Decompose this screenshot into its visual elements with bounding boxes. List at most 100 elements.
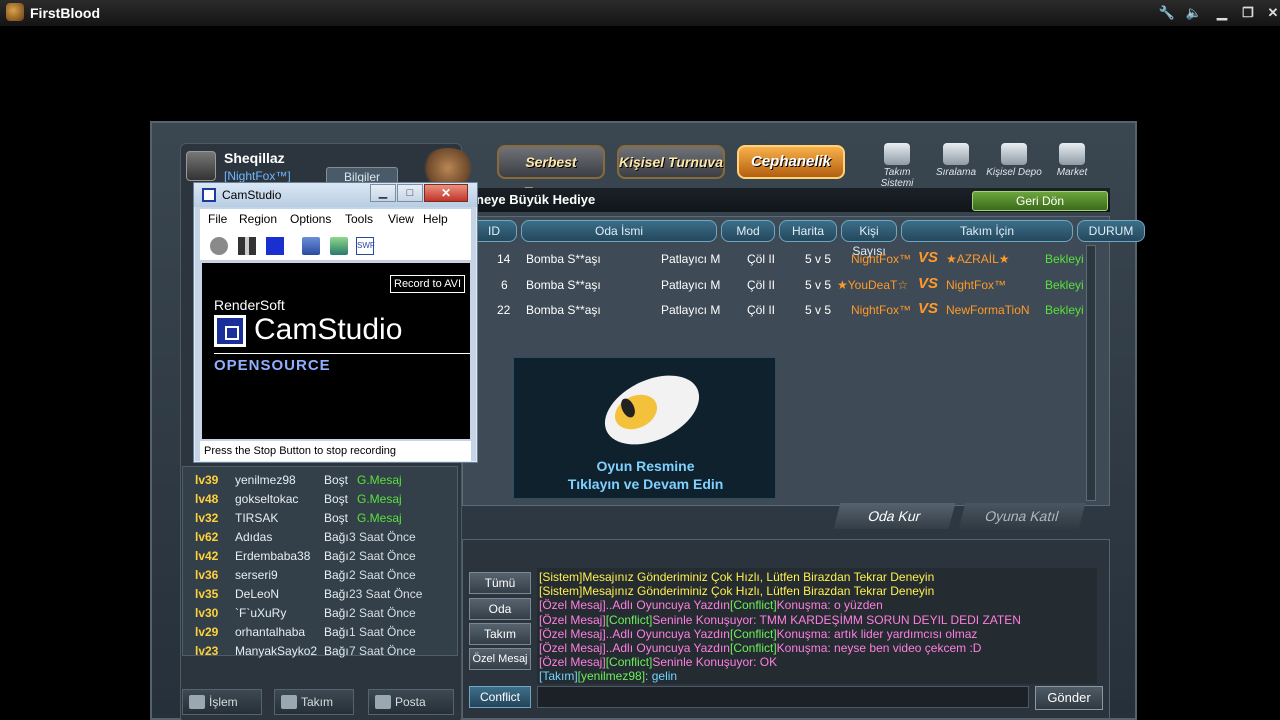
chat-line: [Sistem]Mesajınız Gönderiminiz Çok Hızlı…: [539, 584, 1095, 598]
menu-file[interactable]: File: [208, 212, 227, 226]
room-list-scrollbar[interactable]: [1086, 245, 1096, 501]
storage-button[interactable]: Kişisel Depo: [986, 143, 1042, 178]
room-team2: NewFormaTioN: [946, 303, 1030, 317]
friend-row[interactable]: lv23 ManyakSayko2 Bağı 7 Saat Önce: [193, 642, 449, 661]
chat-segment: Konuşma: artık lider yardımcısı olmaz: [776, 626, 978, 641]
friend-row[interactable]: lv48 gokseltokac Boşt G.Mesaj: [193, 490, 449, 509]
wrench-icon[interactable]: 🔧: [1158, 4, 1176, 22]
ranking-button[interactable]: Sıralama: [928, 143, 984, 178]
speaker-icon[interactable]: 🔈: [1185, 4, 1203, 22]
friend-name: gokseltokac: [235, 492, 299, 506]
window-title: FirstBlood: [30, 5, 100, 21]
tab-serbest-turnuva[interactable]: Serbest Turnuva: [497, 145, 605, 200]
chat-line: [Özel Mesaj]..Adlı Oyuncuya Yazdın[Confl…: [539, 598, 1095, 612]
nav-islem[interactable]: İşlem: [182, 689, 262, 715]
chat-tab-all[interactable]: Tümü: [469, 572, 531, 594]
chat-tab-team[interactable]: Takım: [469, 623, 531, 645]
friend-row[interactable]: lv39 yenilmez98 Boşt G.Mesaj: [193, 471, 449, 490]
chat-segment: [Sistem]Mesajınız Gönderiminiz Çok Hızlı…: [539, 584, 935, 599]
col-status[interactable]: DURUM: [1077, 220, 1145, 242]
col-mode[interactable]: Mod: [721, 220, 775, 242]
friend-row[interactable]: lv29 orhantalhaba Bağı 1 Saat Önce: [193, 623, 449, 642]
minimize-icon[interactable]: ▁: [1213, 4, 1231, 22]
menu-tools[interactable]: Tools: [345, 212, 373, 226]
mouse-icon: [604, 375, 700, 445]
room-size: 5 v 5: [805, 278, 832, 292]
swf-icon[interactable]: SWF: [356, 237, 375, 255]
room-name: Bomba S**aşı: [526, 278, 601, 292]
friend-row[interactable]: lv42 Erdembaba38 Bağı 2 Saat Önce: [193, 547, 449, 566]
friend-row[interactable]: lv35 DeLeoN Bağı 23 Saat Önce: [193, 585, 449, 604]
vs-label: VS: [918, 275, 939, 292]
friend-lv: lv29: [195, 625, 219, 639]
menu-options[interactable]: Options: [290, 212, 331, 226]
menu-help[interactable]: Help: [423, 212, 448, 226]
storage-icon: [1001, 143, 1027, 165]
chat-segment: [Özel Mesaj]: [539, 612, 606, 627]
restore-icon[interactable]: ❐: [1239, 4, 1257, 22]
annotation-icon[interactable]: [330, 237, 348, 255]
maximize-icon[interactable]: □: [397, 184, 423, 202]
close-icon[interactable]: ✕: [424, 184, 468, 202]
chat-input[interactable]: [537, 686, 1029, 708]
back-button[interactable]: Geri Dön: [972, 191, 1108, 211]
friend-extra: 2 Saat Önce: [349, 606, 416, 620]
chat-tab-room[interactable]: Oda: [469, 598, 531, 620]
chat-segment: Seninle Konuşuyor: TMM KARDEŞİMM SORUN D…: [652, 612, 1021, 627]
pause-icon[interactable]: [238, 237, 256, 255]
friend-name: Erdembaba38: [235, 549, 311, 563]
friend-row[interactable]: lv30 `F`uXuRy Bağı 2 Saat Önce: [193, 604, 449, 623]
mail-icon: [375, 695, 391, 709]
friend-name: ManyakSayko2: [235, 644, 318, 658]
send-button[interactable]: Gönder: [1035, 686, 1103, 710]
market-button[interactable]: Market: [1044, 143, 1100, 178]
room-name: Bomba S**aşı: [526, 303, 601, 317]
menu-view[interactable]: View: [388, 212, 414, 226]
col-team[interactable]: Takım İçin: [901, 220, 1073, 242]
menu-region[interactable]: Region: [239, 212, 277, 226]
create-room-button[interactable]: Oda Kur: [833, 503, 956, 529]
chat-segment: [Conflict]: [729, 598, 777, 613]
col-players[interactable]: Kişi Sayısı: [841, 220, 897, 258]
friend-lv: lv42: [195, 549, 219, 563]
room-team1: NightFox™: [851, 252, 912, 266]
stop-icon[interactable]: [266, 237, 284, 255]
room-status: Bekleyi: [1045, 278, 1084, 292]
room-row[interactable]: 6 Bomba S**aşı Patlayıcı M Çöl II 5 v 5 …: [471, 273, 1091, 297]
room-row[interactable]: 14 Bomba S**aşı Patlayıcı M Çöl II 5 v 5…: [471, 247, 1091, 271]
friend-row[interactable]: lv36 serseri9 Bağı 2 Saat Önce: [193, 566, 449, 585]
nav-posta[interactable]: Posta: [368, 689, 454, 715]
join-game-button[interactable]: Oyuna Katıl: [958, 503, 1086, 529]
room-map: Çöl II: [747, 278, 776, 292]
room-name: Bomba S**aşı: [526, 252, 601, 266]
region-icon[interactable]: [302, 237, 320, 255]
close-icon[interactable]: ✕: [1264, 4, 1280, 22]
friend-row[interactable]: lv32 TIRSAK Boşt G.Mesaj: [193, 509, 449, 528]
nav-takim[interactable]: Takım: [274, 689, 354, 715]
tab-cephanelik[interactable]: Cephanelik: [737, 145, 845, 179]
minimize-icon[interactable]: ▁: [370, 184, 396, 202]
room-row[interactable]: 22 Bomba S**aşı Patlayıcı M Çöl II 5 v 5…: [471, 298, 1091, 322]
tab-kisisel-turnuva[interactable]: Kişisel Turnuva: [617, 145, 725, 179]
friend-state: Bağı: [324, 549, 349, 563]
col-room-name[interactable]: Oda İsmi: [521, 220, 717, 242]
room-mode: Patlayıcı M: [661, 252, 721, 266]
chat-channel-button[interactable]: Conflict: [469, 686, 531, 708]
chat-segment: [Özel Mesaj]: [539, 641, 606, 656]
team-system-button[interactable]: Takım Sistemi: [869, 143, 925, 189]
camstudio-titlebar[interactable]: CamStudio ▁ □ ✕: [194, 183, 477, 207]
record-icon[interactable]: [210, 237, 228, 255]
chat-line: [Özel Mesaj][Conflict]Seninle Konuşuyor:…: [539, 655, 1095, 669]
col-map[interactable]: Harita: [779, 220, 837, 242]
chat-segment: [Özel Mesaj]: [539, 598, 606, 613]
divider: [214, 353, 470, 354]
friend-extra: G.Mesaj: [357, 492, 402, 506]
chat-segment: ..Adlı Oyuncuya Yazdın: [605, 598, 730, 613]
friend-row[interactable]: lv62 Adıdas Bağı 3 Saat Önce: [193, 528, 449, 547]
team-icon: [281, 695, 297, 709]
camstudio-window: CamStudio ▁ □ ✕ File Region Options Tool…: [193, 182, 478, 463]
ad-banner[interactable]: Oyun Resmine Tıklayın ve Devam Edin: [513, 357, 776, 499]
chat-tab-private[interactable]: Özel Mesaj: [469, 648, 531, 670]
chat-log: [Sistem]Mesajınız Gönderiminiz Çok Hızlı…: [537, 568, 1097, 684]
vs-label: VS: [918, 300, 939, 317]
